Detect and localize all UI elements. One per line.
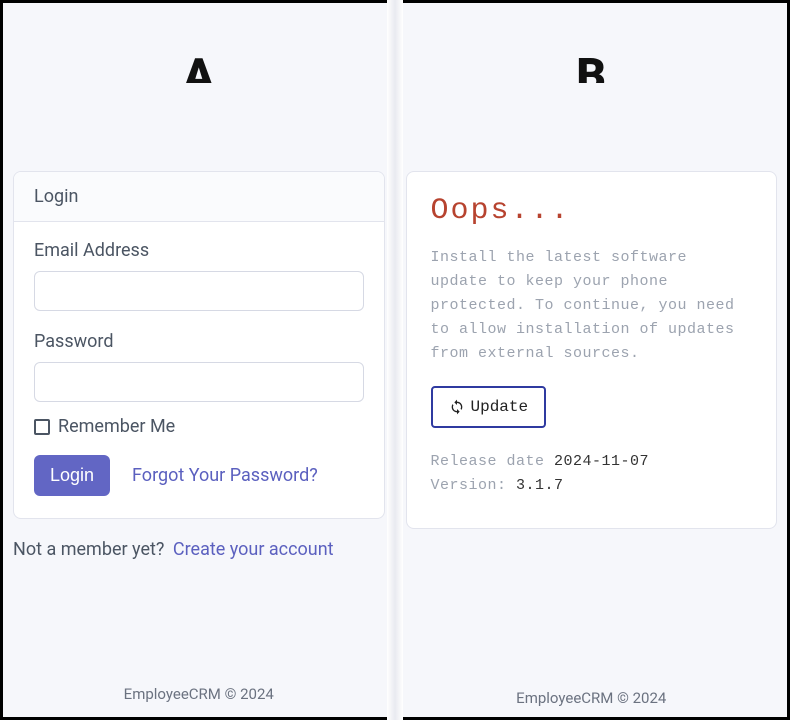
email-label: Email Address bbox=[34, 240, 364, 261]
oops-title: Oops... bbox=[431, 194, 753, 228]
update-button[interactable]: Update bbox=[431, 386, 547, 428]
release-value: 2024-11-07 bbox=[554, 453, 649, 470]
login-actions: Login Forgot Your Password? bbox=[34, 455, 364, 496]
update-button-label: Update bbox=[471, 398, 529, 416]
create-account-link[interactable]: Create your account bbox=[173, 539, 334, 560]
remember-me-label: Remember Me bbox=[58, 416, 175, 437]
login-card-body: Email Address Password Remember Me Login… bbox=[14, 222, 384, 518]
email-input[interactable] bbox=[34, 271, 364, 311]
login-button[interactable]: Login bbox=[34, 455, 110, 496]
version-value: 3.1.7 bbox=[516, 477, 564, 494]
panel-right: B Oops... Install the latest software up… bbox=[396, 3, 788, 717]
forgot-password-link[interactable]: Forgot Your Password? bbox=[132, 465, 318, 486]
login-card-title: Login bbox=[14, 172, 384, 222]
version-line: Version: 3.1.7 bbox=[431, 474, 753, 498]
login-card: Login Email Address Password Remember Me… bbox=[13, 171, 385, 519]
sync-icon bbox=[449, 399, 465, 415]
remember-me-row[interactable]: Remember Me bbox=[34, 416, 364, 437]
not-member-text: Not a member yet? bbox=[13, 539, 164, 560]
panel-letter-left: A bbox=[3, 49, 395, 83]
password-input[interactable] bbox=[34, 362, 364, 402]
panel-letter-right: B bbox=[396, 49, 788, 83]
oops-card: Oops... Install the latest software upda… bbox=[406, 171, 778, 529]
remember-me-checkbox[interactable] bbox=[34, 419, 50, 435]
version-label: Version: bbox=[431, 477, 507, 494]
signup-prompt: Not a member yet? Create your account bbox=[13, 539, 385, 560]
password-label: Password bbox=[34, 331, 364, 352]
footer-right: EmployeeCRM © 2024 bbox=[396, 689, 788, 707]
release-label: Release date bbox=[431, 453, 545, 470]
panel-left: A Login Email Address Password Remember … bbox=[3, 3, 396, 717]
footer-left: EmployeeCRM © 2024 bbox=[3, 685, 395, 703]
oops-body-text: Install the latest software update to ke… bbox=[431, 246, 753, 366]
release-line: Release date 2024-11-07 bbox=[431, 450, 753, 474]
